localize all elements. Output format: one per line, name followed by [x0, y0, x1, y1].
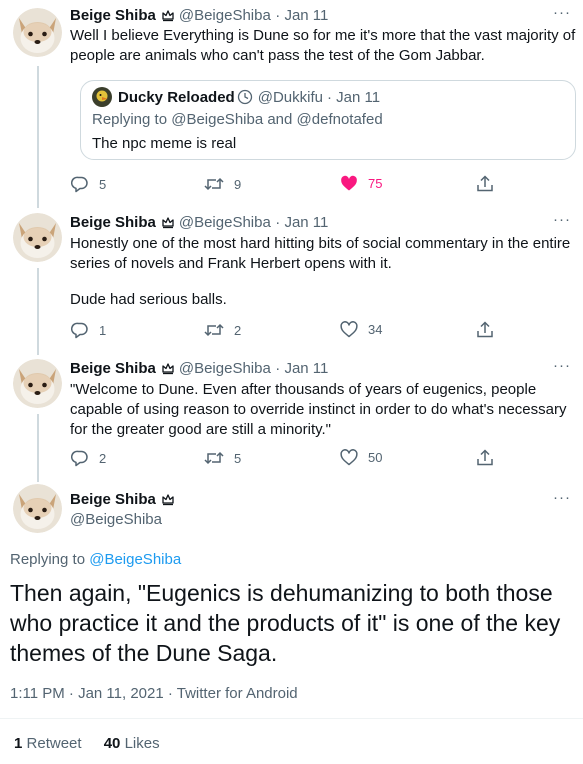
reply-count: 1: [99, 322, 107, 338]
more-options-icon[interactable]: ···: [553, 211, 571, 228]
heart-filled-icon: [340, 175, 358, 192]
crown-icon: [161, 8, 175, 22]
share-icon: [476, 175, 494, 193]
tweet-text: "Welcome to Dune. Even after thousands o…: [70, 381, 567, 438]
thread-line: [37, 414, 39, 482]
reply-button[interactable]: 2: [71, 449, 106, 467]
like-count: 34: [368, 322, 383, 337]
avatar[interactable]: [13, 8, 62, 57]
like-button[interactable]: 34: [340, 321, 382, 338]
thread-line: [37, 268, 39, 355]
replying-prefix: Replying to: [10, 551, 86, 568]
retweet-button[interactable]: 5: [204, 449, 241, 467]
author-handle[interactable]: @BeigeShiba: [179, 360, 271, 377]
tweet-date[interactable]: · Jan 11: [275, 360, 328, 377]
quoted-author-handle: @Dukkifu: [257, 88, 323, 106]
reply-count: 5: [99, 176, 107, 192]
like-stat[interactable]: 40 Likes: [104, 735, 160, 752]
more-options-icon[interactable]: ···: [553, 4, 571, 21]
share-icon: [476, 321, 494, 339]
quoted-date: · Jan 11: [326, 88, 381, 106]
avatar[interactable]: [13, 484, 62, 533]
tweet-text: Honestly one of the most hard hitting bi…: [70, 235, 571, 272]
crown-icon: [161, 361, 175, 375]
reply-button[interactable]: 1: [71, 321, 106, 339]
share-button[interactable]: [476, 175, 504, 193]
share-button[interactable]: [476, 449, 504, 467]
more-options-icon[interactable]: ···: [553, 489, 571, 506]
tweet-date[interactable]: · Jan 11: [275, 7, 328, 24]
retweet-icon: [204, 449, 224, 467]
like-count: 50: [368, 450, 383, 465]
retweet-button[interactable]: 9: [204, 175, 241, 193]
retweet-stat-label: Retweet: [26, 735, 82, 752]
share-button[interactable]: [476, 321, 504, 339]
author-handle[interactable]: @BeigeShiba: [179, 214, 271, 231]
reply-button[interactable]: 5: [71, 175, 106, 193]
more-options-icon[interactable]: ···: [553, 357, 571, 374]
like-button[interactable]: 75: [340, 175, 382, 192]
tweet-date[interactable]: · Jan 11: [275, 214, 328, 231]
retweet-count: 9: [234, 176, 242, 192]
quoted-text: The npc meme is real: [92, 135, 237, 152]
crown-icon: [161, 215, 175, 229]
author-name[interactable]: Beige Shiba: [70, 7, 156, 24]
author-handle[interactable]: @BeigeShiba: [179, 7, 271, 24]
like-button[interactable]: 50: [340, 449, 382, 466]
heart-icon: [340, 449, 358, 466]
heart-icon: [340, 321, 358, 338]
author-name[interactable]: Beige Shiba: [70, 214, 156, 231]
avatar[interactable]: [13, 359, 62, 408]
reply-icon: [71, 321, 89, 339]
reply-count: 2: [99, 450, 107, 466]
tweet-timestamp[interactable]: 1:11 PM · Jan 11, 2021 · Twitter for And…: [10, 685, 298, 702]
like-count: 75: [368, 176, 383, 191]
author-name[interactable]: Beige Shiba: [70, 491, 156, 508]
tweet-text-paragraph: Dude had serious balls.: [70, 291, 227, 308]
crown-icon: [161, 492, 175, 506]
reply-icon: [71, 449, 89, 467]
author-handle[interactable]: @BeigeShiba: [70, 511, 162, 528]
tweet-text: Well I believe Everything is Dune so for…: [70, 27, 576, 64]
main-tweet-text: Then again, "Eugenics is dehumanizing to…: [10, 580, 561, 666]
retweet-button[interactable]: 2: [204, 321, 241, 339]
avatar[interactable]: [13, 213, 62, 262]
retweet-stat-count: 1: [14, 735, 23, 752]
replying-handle-link[interactable]: @BeigeShiba: [89, 551, 181, 568]
like-stat-label: Likes: [124, 735, 160, 752]
quoted-avatar: [92, 87, 112, 107]
author-name[interactable]: Beige Shiba: [70, 360, 156, 377]
quoted-replying-prefix: Replying to: [92, 111, 168, 128]
reply-icon: [71, 175, 89, 193]
share-icon: [476, 449, 494, 467]
divider: [0, 718, 583, 719]
quoted-replying-handles: @BeigeShiba and @defnotafed: [171, 111, 383, 128]
clock-icon: [237, 89, 253, 105]
thread-line: [37, 66, 39, 208]
like-stat-count: 40: [103, 735, 121, 752]
quoted-author-name: Ducky Reloaded: [118, 88, 235, 106]
retweet-count: 5: [234, 450, 242, 466]
retweet-icon: [204, 175, 224, 193]
quoted-tweet[interactable]: Ducky Reloaded @Dukkifu · Jan 11 Replyin…: [80, 80, 576, 160]
retweet-stat[interactable]: 1 Retweet: [14, 735, 86, 752]
retweet-icon: [204, 321, 224, 339]
retweet-count: 2: [234, 322, 242, 338]
